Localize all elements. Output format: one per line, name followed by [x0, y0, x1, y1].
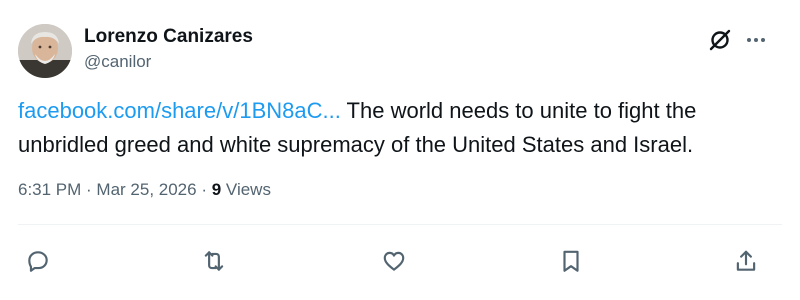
avatar[interactable]	[18, 24, 72, 78]
views-count: 9	[211, 180, 222, 199]
avatar-image	[18, 24, 72, 78]
divider	[18, 224, 782, 225]
reply-button[interactable]	[20, 244, 56, 278]
repost-button[interactable]	[196, 244, 232, 278]
author-handle[interactable]: @canilor	[84, 52, 151, 72]
meta-separator: ·	[196, 180, 212, 199]
post-meta: 6:31 PM · Mar 25, 2026 · 9 Views	[18, 180, 271, 200]
author-display-name[interactable]: Lorenzo Canizares	[84, 26, 253, 48]
grok-button[interactable]	[706, 26, 734, 54]
more-icon	[747, 38, 765, 42]
post-text: facebook.com/share/v/1BN8aC... The world…	[18, 94, 758, 162]
meta-separator: ·	[81, 180, 97, 199]
like-button[interactable]	[376, 244, 412, 278]
share-button[interactable]	[728, 244, 764, 278]
bookmark-button[interactable]	[553, 244, 589, 278]
more-options-button[interactable]	[742, 26, 770, 54]
post-link[interactable]: facebook.com/share/v/1BN8aC...	[18, 98, 341, 123]
views-label: Views	[221, 180, 271, 199]
bookmark-icon	[563, 250, 579, 272]
repost-icon	[204, 251, 224, 271]
reply-icon	[28, 251, 48, 272]
share-icon	[736, 250, 756, 271]
like-icon	[383, 251, 405, 271]
post-time[interactable]: 6:31 PM	[18, 180, 81, 199]
post-date[interactable]: Mar 25, 2026	[96, 180, 196, 199]
grok-icon	[709, 29, 731, 51]
